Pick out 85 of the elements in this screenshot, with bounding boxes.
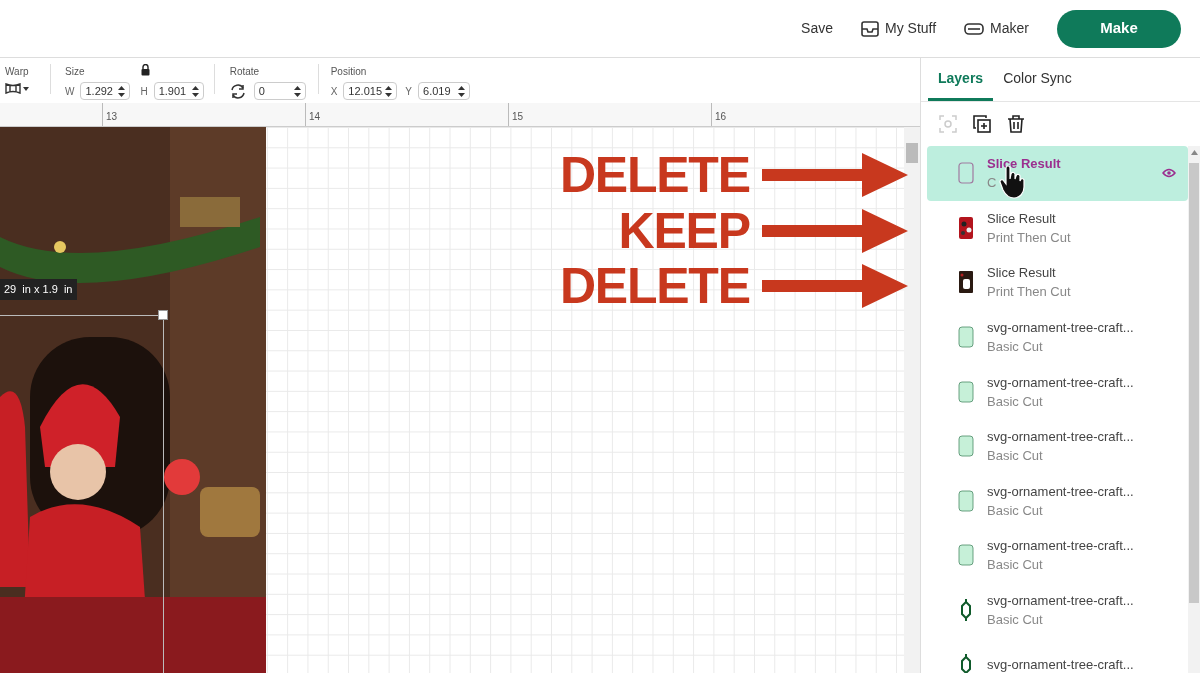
- layer-type: C: [987, 174, 997, 193]
- rotate-icon[interactable]: [229, 83, 246, 99]
- number-field[interactable]: 1.901: [153, 82, 204, 100]
- layer-name: svg-ornament-tree-craft...: [987, 319, 1134, 338]
- ruler-number: 14: [309, 111, 321, 122]
- arrow-icon: [761, 264, 908, 309]
- rounded-rect-icon: [958, 162, 974, 185]
- stepper-icon[interactable]: [458, 85, 466, 97]
- stepper-icon[interactable]: [293, 85, 301, 97]
- layer-name: svg-ornament-tree-craft...: [987, 592, 1134, 611]
- stepper-icon[interactable]: [385, 85, 393, 97]
- layer-name: svg-ornament-tree-craft...: [987, 373, 1134, 392]
- layer-row[interactable]: svg-ornament-tree-craft...: [927, 637, 1188, 673]
- maker-button[interactable]: Maker: [964, 18, 1029, 39]
- layer-type: Basic Cut: [987, 447, 1043, 466]
- layer-type: Print Then Cut: [987, 228, 1071, 247]
- layer-name: Slice Result: [987, 264, 1056, 283]
- scroll-up-icon[interactable]: [1190, 150, 1198, 155]
- layer-row[interactable]: svg-ornament-tree-craft... Basic Cut: [927, 364, 1188, 419]
- ornament-icon: [960, 598, 972, 623]
- warp-label: Warp: [5, 65, 30, 79]
- layer-row[interactable]: svg-ornament-tree-craft... Basic Cut: [927, 418, 1188, 474]
- layer-row[interactable]: svg-ornament-tree-craft... Basic Cut: [927, 309, 1188, 365]
- layer-row[interactable]: svg-ornament-tree-craft... Basic Cut: [927, 582, 1188, 638]
- caret-icon: [23, 86, 29, 91]
- annotation-text: DELETE: [560, 261, 750, 312]
- layer-name: Slice Result: [987, 155, 1061, 174]
- rotate-label: Rotate: [229, 65, 261, 79]
- dimension-label: 29 in x 1.9 in: [0, 279, 77, 300]
- layer-row[interactable]: Slice Result Print Then Cut: [927, 200, 1188, 256]
- panel-tab[interactable]: Layers: [928, 58, 994, 101]
- layer-type: Basic Cut: [987, 501, 1043, 520]
- layer-row[interactable]: Slice Result C: [927, 146, 1188, 201]
- ruler-number: 15: [512, 111, 524, 122]
- field-label: H: [140, 84, 148, 99]
- layer-name: svg-ornament-tree-craft...: [987, 482, 1134, 501]
- layer-row[interactable]: Slice Result Print Then Cut: [927, 255, 1188, 310]
- layer-type: Basic Cut: [987, 556, 1043, 575]
- layer-type: Basic Cut: [987, 611, 1043, 630]
- stepper-icon[interactable]: [191, 85, 199, 97]
- ruler-number: 13: [106, 111, 118, 122]
- panel-tab[interactable]: Color Sync: [993, 58, 1082, 101]
- inbox-icon: [861, 20, 879, 37]
- stepper-icon[interactable]: [118, 85, 126, 97]
- trash-icon[interactable]: [1007, 115, 1025, 133]
- layer-name: Slice Result: [987, 209, 1056, 228]
- layer-type: Basic Cut: [987, 392, 1043, 411]
- my-stuff-button[interactable]: My Stuff: [861, 18, 937, 39]
- arrow-icon: [761, 153, 908, 198]
- eye-icon[interactable]: [1162, 168, 1176, 179]
- layer-name: svg-ornament-tree-craft...: [987, 428, 1134, 447]
- arrow-icon: [761, 208, 908, 253]
- field-label: X: [330, 84, 338, 99]
- thumbnail-icon: [958, 215, 974, 240]
- layer-type: Print Then Cut: [987, 283, 1071, 302]
- size-label: Size: [65, 65, 85, 79]
- duplicate-icon[interactable]: [973, 115, 991, 133]
- annotation-text: DELETE: [560, 150, 750, 201]
- resize-handle[interactable]: [158, 310, 168, 320]
- rounded-rect-icon: [958, 380, 974, 403]
- warp-icon: [5, 83, 21, 94]
- layer-name: svg-ornament-tree-craft...: [987, 656, 1134, 673]
- thumbnail-icon: [958, 270, 974, 295]
- rounded-rect-icon: [958, 489, 974, 512]
- save-button[interactable]: Save: [801, 18, 833, 39]
- layer-name: svg-ornament-tree-craft...: [987, 537, 1134, 556]
- number-field[interactable]: 0: [253, 82, 306, 100]
- layer-row[interactable]: svg-ornament-tree-craft... Basic Cut: [927, 528, 1188, 583]
- layer-row[interactable]: svg-ornament-tree-craft... Basic Cut: [927, 473, 1188, 529]
- field-label: W: [65, 84, 75, 99]
- number-field[interactable]: 1.292: [80, 82, 131, 100]
- lock-icon[interactable]: [140, 64, 151, 76]
- ornament-icon: [960, 652, 972, 673]
- rounded-rect-icon: [958, 544, 974, 567]
- layer-type: Basic Cut: [987, 338, 1043, 357]
- number-field[interactable]: 12.015: [343, 82, 398, 100]
- rounded-rect-icon: [958, 435, 974, 458]
- machine-icon: [964, 21, 985, 36]
- number-field[interactable]: 6.019: [418, 82, 471, 100]
- rounded-rect-icon: [958, 326, 974, 349]
- position-label: Position: [330, 65, 368, 79]
- ruler-number: 16: [715, 111, 727, 122]
- field-label: Y: [405, 84, 413, 99]
- annotation-text: KEEP: [618, 205, 750, 256]
- make-button[interactable]: Make: [1057, 9, 1181, 48]
